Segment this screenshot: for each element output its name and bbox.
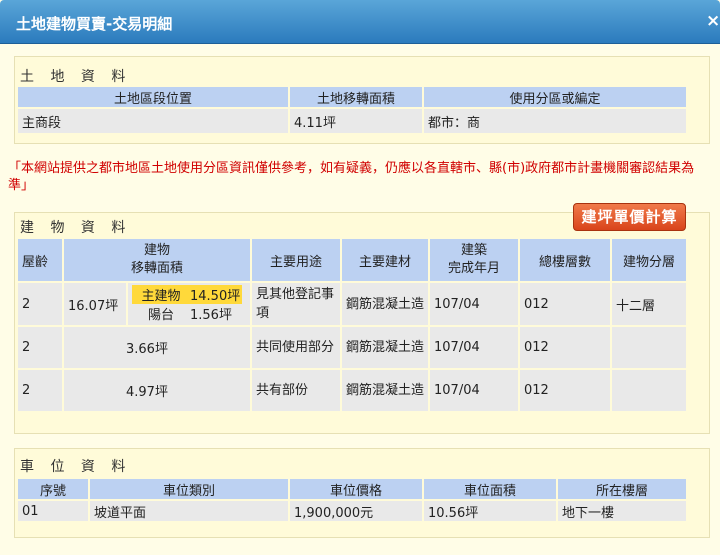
dialog-titlebar: 土地建物買賣-交易明細 ×: [0, 0, 720, 44]
table-row: 2 4.97坪 共有部份 鋼筋混凝土造 107/04 012: [18, 370, 686, 411]
building-header-use: 主要用途: [252, 239, 340, 281]
parking-cell-no: 01: [18, 501, 88, 521]
table-row: 01 坡道平面 1,900,000元 10.56坪 地下一樓: [18, 501, 686, 521]
land-cell-zoning: 都市：商: [424, 109, 686, 133]
parking-cell-area: 10.56坪: [424, 501, 556, 521]
dialog-title: 土地建物買賣-交易明細: [16, 15, 173, 33]
main-building-label: 主建物: [132, 285, 190, 304]
building-header-area: 建物 移轉面積: [64, 239, 250, 281]
parking-header-type: 車位類別: [90, 479, 288, 499]
building-cell-date: 107/04: [430, 327, 518, 368]
land-section-title: 土 地 資 料: [20, 69, 132, 85]
land-header-location: 土地區段位置: [18, 87, 288, 107]
main-building-area: 14.50坪: [190, 285, 242, 304]
building-cell-floors: 012: [520, 370, 610, 411]
building-header-layer: 建物分層: [612, 239, 686, 281]
building-header-age: 屋齡: [18, 239, 62, 281]
building-cell-use: 見其他登記事項: [252, 283, 340, 325]
land-header-area: 土地移轉面積: [290, 87, 422, 107]
land-table: 土地區段位置 土地移轉面積 使用分區或編定 主商段 4.11坪 都市：商: [16, 85, 688, 135]
building-cell-layer: 十二層: [612, 283, 686, 325]
land-cell-location: 主商段: [18, 109, 288, 133]
close-icon[interactable]: ×: [706, 11, 720, 31]
building-cell-material: 鋼筋混凝土造: [342, 327, 428, 368]
zoning-disclaimer: 「本網站提供之都市地區土地使用分區資訊僅供參考，如有疑義，仍應以各直轄市、縣(市…: [8, 161, 695, 193]
parking-table: 序號 車位類別 車位價格 車位面積 所在樓層 01 坡道平面 1,900,000…: [16, 477, 688, 523]
parking-cell-price: 1,900,000元: [290, 501, 422, 521]
parking-header-area: 車位面積: [424, 479, 556, 499]
building-cell-age: 2: [18, 283, 62, 325]
building-cell-date: 107/04: [430, 283, 518, 325]
building-cell-area: 3.66坪: [64, 327, 250, 368]
building-header-floors: 總樓層數: [520, 239, 610, 281]
balcony-label: 陽台: [132, 304, 190, 323]
building-cell-age: 2: [18, 327, 62, 368]
parking-header-price: 車位價格: [290, 479, 422, 499]
building-header-area-line2: 移轉面積: [130, 261, 183, 276]
building-cell-use: 共同使用部分: [252, 327, 340, 368]
area-breakdown-table: 主建物 14.50坪 陽台 1.56坪: [132, 285, 242, 323]
table-row: 2 3.66坪 共同使用部分 鋼筋混凝土造 107/04 012: [18, 327, 686, 368]
building-cell-layer: [612, 327, 686, 368]
building-header-completion-line1: 建築: [460, 243, 487, 258]
parking-header-no: 序號: [18, 479, 88, 499]
building-section-title: 建 物 資 料: [20, 220, 132, 236]
parking-section-title: 車 位 資 料: [20, 459, 132, 475]
parking-cell-type: 坡道平面: [90, 501, 288, 521]
land-header-zoning: 使用分區或編定: [424, 87, 686, 107]
parking-cell-floor: 地下一樓: [558, 501, 686, 521]
building-header-completion: 建築 完成年月: [430, 239, 518, 281]
land-cell-area: 4.11坪: [290, 109, 422, 133]
building-cell-total-area: 16.07坪: [64, 283, 126, 325]
building-cell-floors: 012: [520, 327, 610, 368]
building-header-area-line1: 建物: [143, 243, 170, 258]
building-cell-use: 共有部份: [252, 370, 340, 411]
building-cell-area-breakdown: 主建物 14.50坪 陽台 1.56坪: [128, 283, 250, 325]
building-cell-floors: 012: [520, 283, 610, 325]
building-cell-layer: [612, 370, 686, 411]
building-cell-age: 2: [18, 370, 62, 411]
table-row: 2 16.07坪 主建物 14.50坪 陽台 1.56坪 見其他登記事項 鋼筋混…: [18, 283, 686, 325]
building-table: 屋齡 建物 移轉面積 主要用途 主要建材 建築 完成年月 總樓層數 建物分層 2…: [16, 237, 688, 413]
building-header-material: 主要建材: [342, 239, 428, 281]
building-cell-material: 鋼筋混凝土造: [342, 370, 428, 411]
unit-price-calc-button[interactable]: 建坪單價計算: [573, 203, 686, 231]
parking-header-floor: 所在樓層: [558, 479, 686, 499]
building-cell-date: 107/04: [430, 370, 518, 411]
building-cell-material: 鋼筋混凝土造: [342, 283, 428, 325]
building-cell-area: 4.97坪: [64, 370, 250, 411]
balcony-area: 1.56坪: [190, 304, 242, 323]
building-header-completion-line2: 完成年月: [447, 261, 500, 276]
